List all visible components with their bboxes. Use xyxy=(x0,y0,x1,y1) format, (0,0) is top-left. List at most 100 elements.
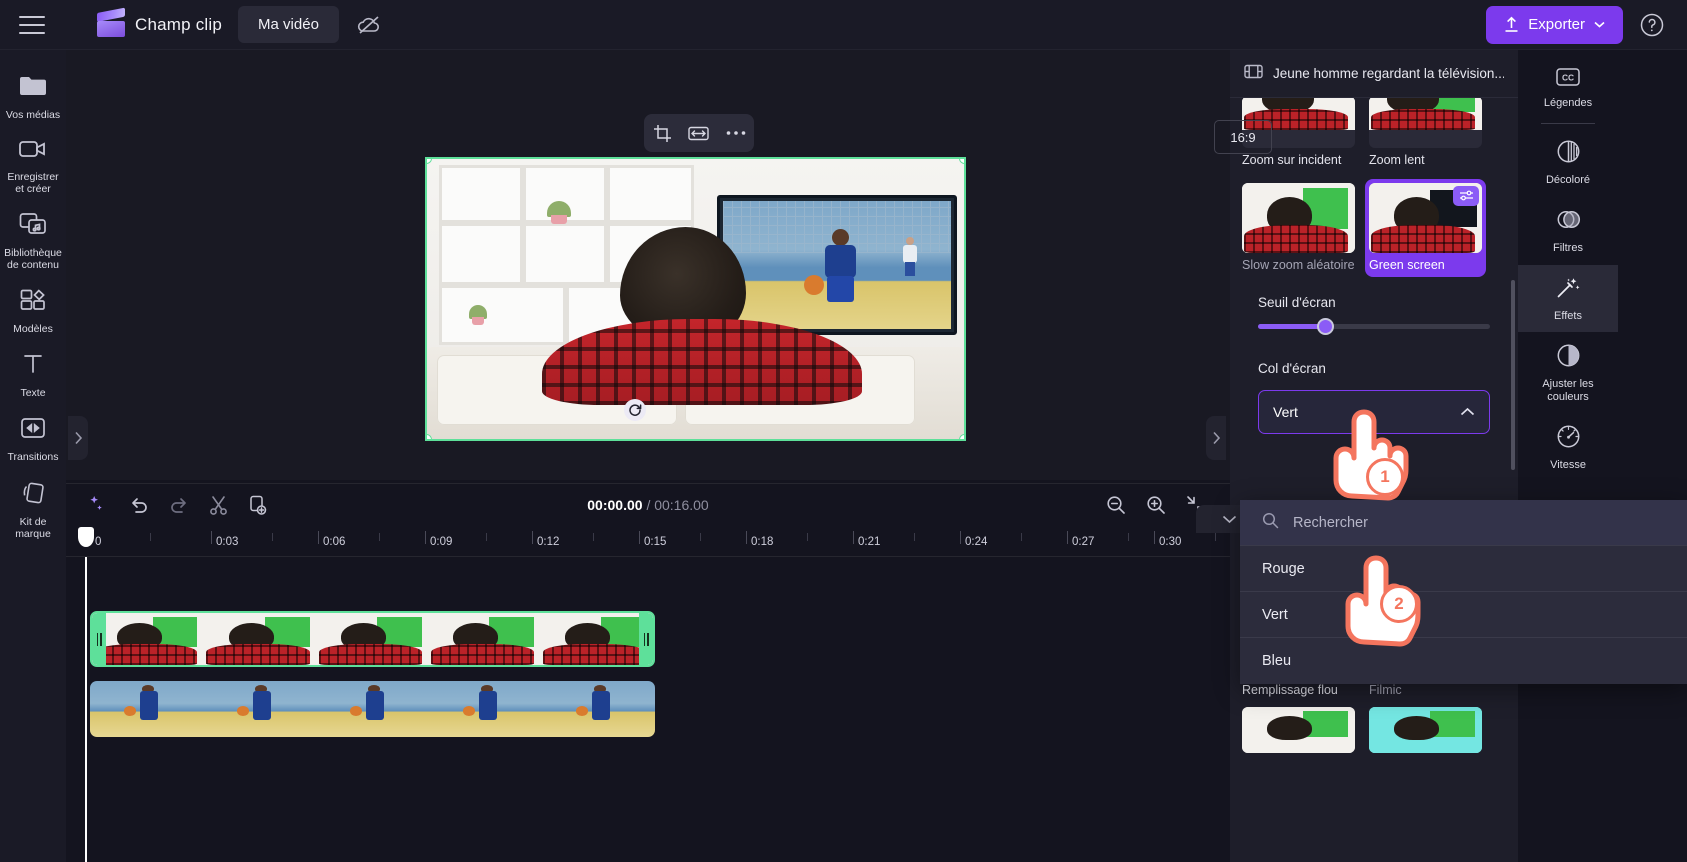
sidebar-item-bibliotheque-de-contenu[interactable]: Bibliothèque de contenu xyxy=(0,202,66,278)
aspect-ratio-button[interactable]: 16:9 xyxy=(1214,120,1272,154)
ruler-label: 0:24 xyxy=(965,536,988,548)
sidebar-item-vos-medias[interactable]: Vos médias xyxy=(0,64,66,128)
divider xyxy=(1541,123,1595,125)
sidebar-item-enregistrer-et-creer[interactable]: Enregistrer et créer xyxy=(0,128,66,202)
folder-icon xyxy=(18,73,48,104)
dropdown-option-vert[interactable]: Vert xyxy=(1240,592,1687,638)
redo-icon[interactable] xyxy=(169,496,189,513)
sidebar-item-label: Bibliothèque de contenu xyxy=(4,247,62,272)
current-time: 00:00.00 xyxy=(587,496,643,513)
effect-controls: Seuil d'écran Col d'écran Vert xyxy=(1242,285,1506,435)
export-label: Exporter xyxy=(1528,16,1585,33)
timeline-body[interactable] xyxy=(66,557,1230,862)
clip-trim-handle-left[interactable] xyxy=(92,613,106,665)
more-icon[interactable] xyxy=(723,120,749,146)
effect-thumbnail xyxy=(1369,98,1482,148)
effect-item-row4-left[interactable] xyxy=(1242,706,1355,753)
camera-icon xyxy=(18,137,48,166)
sidebar-item-transitions[interactable]: Transitions xyxy=(0,406,66,470)
brand-name: Champ clip xyxy=(135,14,223,34)
rotate-handle[interactable] xyxy=(624,399,646,421)
resize-handle-bottom-right[interactable] xyxy=(959,434,964,439)
total-time: 00:16.00 xyxy=(654,496,709,513)
sidebar-item-label: Vitesse xyxy=(1550,459,1586,472)
transitions-icon xyxy=(19,415,47,446)
ruler-label: 0:12 xyxy=(537,536,560,548)
effect-thumbnail xyxy=(1242,706,1355,753)
speed-icon xyxy=(1556,424,1581,454)
sidebar-item-texte[interactable]: Texte xyxy=(0,342,66,406)
effect-thumbnail xyxy=(1369,706,1482,753)
clip-icon xyxy=(1244,64,1263,84)
project-tab[interactable]: Ma vidéo xyxy=(238,6,339,43)
zoom-out-icon[interactable] xyxy=(1106,495,1126,515)
templates-icon xyxy=(19,287,47,318)
text-icon xyxy=(20,351,46,382)
ruler-label: 0:09 xyxy=(430,536,453,548)
expand-left-panel-button[interactable] xyxy=(68,416,88,460)
selection-frame xyxy=(425,157,966,441)
help-icon[interactable] xyxy=(1639,12,1665,38)
sidebar-item-ajuster-les-couleurs[interactable]: Ajuster les couleurs xyxy=(1518,332,1618,413)
sidebar-item-label: Kit de marque xyxy=(15,515,51,540)
playhead-knob[interactable] xyxy=(78,527,94,547)
sidebar-item-legendes[interactable]: CC Légendes xyxy=(1518,56,1618,119)
dropdown-search-row[interactable]: Rechercher xyxy=(1240,500,1687,546)
effect-item-slow-zoom-aleatoire[interactable]: Slow zoom aléatoire xyxy=(1242,182,1355,278)
video-frame-content xyxy=(427,159,964,439)
effect-item-row4-right[interactable] xyxy=(1369,706,1482,753)
timeline-track-background xyxy=(66,681,1230,737)
threshold-label: Seuil d'écran xyxy=(1258,295,1336,311)
ruler-label: 0:30 xyxy=(1159,536,1182,548)
right-sidebar: CC Légendes Décoloré Filtres Effets Ajus… xyxy=(1518,50,1687,862)
sidebar-item-label: Légendes xyxy=(1543,97,1593,109)
sidebar-item-label: Vos médias xyxy=(5,109,61,121)
magic-wand-icon[interactable] xyxy=(90,495,109,514)
brand-kit-icon xyxy=(19,480,47,511)
playhead[interactable] xyxy=(85,557,87,862)
effect-label: Zoom lent xyxy=(1369,153,1425,167)
effects-icon xyxy=(1555,276,1581,305)
dropdown-option-bleu[interactable]: Bleu xyxy=(1240,638,1687,684)
content-library-icon xyxy=(18,211,48,242)
screen-color-select[interactable]: Vert xyxy=(1258,390,1490,435)
dropdown-option-rouge[interactable]: Rouge xyxy=(1240,546,1687,592)
effect-label: Zoom sur incident xyxy=(1242,153,1342,167)
export-button[interactable]: Exporter xyxy=(1486,5,1623,44)
effects-panel-scrollbar[interactable] xyxy=(1511,280,1515,470)
zoom-in-icon[interactable] xyxy=(1146,495,1166,515)
cloud-off-icon[interactable] xyxy=(351,8,387,42)
sidebar-item-decolore[interactable]: Décoloré xyxy=(1518,128,1618,196)
clip-trim-handle-right[interactable] xyxy=(639,613,653,665)
effect-thumbnail xyxy=(1369,182,1482,253)
undo-icon[interactable] xyxy=(129,496,149,513)
timeline-clip-basketball[interactable] xyxy=(90,681,655,737)
crop-icon[interactable] xyxy=(649,120,675,146)
expand-right-panel-button[interactable] xyxy=(1206,416,1226,460)
effect-settings-icon[interactable] xyxy=(1453,185,1479,206)
sidebar-item-kit-de-marque[interactable]: Kit de marque xyxy=(0,471,66,547)
timeline-zoom-tools xyxy=(1106,495,1206,515)
video-preview[interactable] xyxy=(425,157,966,441)
fade-icon xyxy=(1556,139,1581,169)
timeline-ruler[interactable]: 0 0:03 0:06 0:09 0:12 0:15 0:18 0:21 0:2… xyxy=(66,525,1230,557)
threshold-slider[interactable] xyxy=(1258,318,1490,336)
sidebar-item-vitesse[interactable]: Vitesse xyxy=(1518,413,1618,481)
search-input[interactable]: Rechercher xyxy=(1293,515,1368,531)
top-bar-right: Exporter xyxy=(1486,5,1665,44)
timeline-tools xyxy=(90,495,267,515)
effect-item-green-screen[interactable]: Green screen xyxy=(1365,178,1486,278)
effect-item-zoom-lent[interactable]: Zoom lent xyxy=(1369,98,1482,169)
screen-color-dropdown[interactable]: Rechercher Rouge Vert Bleu xyxy=(1240,500,1687,684)
timeline-clip-green-screen[interactable] xyxy=(90,611,655,667)
chevron-up-icon xyxy=(1460,403,1475,421)
sidebar-item-modeles[interactable]: Modèles xyxy=(0,278,66,342)
effects-panel-title: Jeune homme regardant la télévision... xyxy=(1273,66,1504,81)
sidebar-item-effets[interactable]: Effets xyxy=(1518,264,1618,332)
ruler-label: 0:27 xyxy=(1072,536,1095,548)
sidebar-item-filtres[interactable]: Filtres xyxy=(1518,196,1618,264)
menu-icon[interactable] xyxy=(19,15,45,34)
fit-icon[interactable] xyxy=(686,120,712,146)
duplicate-icon[interactable] xyxy=(248,495,267,515)
split-icon[interactable] xyxy=(209,495,228,515)
